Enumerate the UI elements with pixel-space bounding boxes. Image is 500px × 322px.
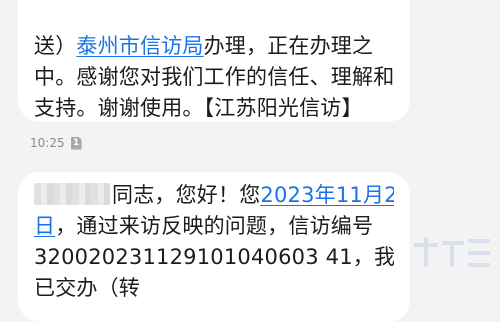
message-thread: 送）泰州市信访局办理，正在办理之 中。感谢您对我们工作的信任、理解和 支持。谢谢… bbox=[0, 0, 500, 322]
watermark-logo bbox=[414, 237, 490, 267]
message-timestamp: 10:25 bbox=[30, 136, 65, 150]
message-bubble-incoming[interactable]: 送）泰州市信访局办理，正在办理之 中。感谢您对我们工作的信任、理解和 支持。谢谢… bbox=[18, 0, 410, 122]
redacted-name-blur bbox=[34, 183, 110, 205]
message-line: 送）泰州市信访局办理，正在办理之 bbox=[34, 31, 394, 62]
date-link[interactable]: 日 bbox=[34, 214, 55, 238]
message-meta: 10:25 1 bbox=[30, 136, 82, 150]
message-text: 办理，正在办理之 bbox=[203, 34, 374, 58]
message-line: 已交办（转 bbox=[34, 276, 140, 300]
message-line: 日，通过来访反映的问题，信访编号 bbox=[34, 211, 394, 242]
sim-card-1-icon: 1 bbox=[70, 136, 82, 150]
message-text: ，通过来访反映的问题，信访编号 bbox=[55, 214, 374, 238]
message-line: 同志，您好！您2023年11月29 bbox=[34, 180, 394, 211]
date-link[interactable]: 2023年11月29 bbox=[260, 183, 394, 207]
message-line: 320020231129101040603 41，我单位 bbox=[34, 245, 394, 269]
message-text: 同志，您好！您 bbox=[112, 183, 261, 207]
message-line: 中。感谢您对我们工作的信任、理解和 bbox=[34, 65, 394, 89]
message-text: 送） bbox=[34, 34, 77, 58]
message-line: 支持。谢谢使用。【江苏阳光信访】 bbox=[34, 96, 363, 120]
office-link[interactable]: 泰州市信访局 bbox=[76, 34, 203, 58]
